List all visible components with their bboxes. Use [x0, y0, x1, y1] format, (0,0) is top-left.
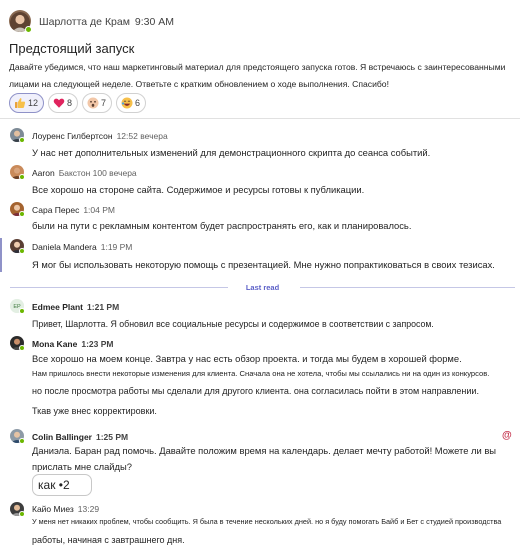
- reply-header: Mona Kane 1:23 PM: [32, 339, 113, 349]
- reply-time: 1:25 PM: [95, 432, 129, 442]
- presence-available-icon: [19, 211, 25, 217]
- author-name[interactable]: Daniela Mandera: [32, 242, 97, 252]
- reply-text: работы, начиная с завтрашнего дня.: [32, 535, 185, 545]
- message-author-line: Шарлотта де Крам 9:30 AM: [39, 16, 174, 28]
- message-subject: Предстоящий запуск: [9, 41, 135, 56]
- reply-time: 1:04 PM: [83, 205, 115, 215]
- author-name[interactable]: Кайо Миез: [32, 504, 74, 514]
- message-time: 9:30 AM: [134, 16, 174, 28]
- reply-text: Все хорошо на моем конце. Завтра у нас е…: [32, 353, 462, 364]
- presence-available-icon: [19, 248, 25, 254]
- presence-available-icon: [19, 137, 25, 143]
- reply-time: Бакстон 100 вечера: [58, 168, 137, 178]
- reply-text: были на пути с рекламным контентом будет…: [32, 220, 412, 231]
- heart-icon: [53, 98, 65, 108]
- presence-available-icon: [19, 511, 25, 517]
- author-name[interactable]: Aaron: [32, 168, 55, 178]
- root-message: Шарлотта де Крам 9:30 AM Предстоящий зап…: [0, 0, 520, 118]
- reply-text: Даниэла. Баран рад помочь. Давайте полож…: [32, 445, 497, 456]
- reactions-bar: 12 8 7 6: [9, 93, 147, 113]
- last-read-divider: Last read: [10, 283, 515, 293]
- author-name[interactable]: Сара Перес: [32, 205, 79, 215]
- reply-header: Кайо Миез 13:29: [32, 504, 99, 514]
- reply-text: но после просмотра работы мы сделали для…: [32, 386, 479, 396]
- presence-available-icon: [19, 438, 25, 444]
- reply-text: Привет, Шарлотта. Я обновил все социальн…: [32, 319, 434, 329]
- reply-header: Aaron Бакстон 100 вечера: [32, 168, 137, 178]
- reaction-surprised[interactable]: 7: [82, 93, 113, 113]
- reply-header: Сара Перес 1:04 PM: [32, 205, 115, 215]
- author-name[interactable]: Шарлотта де Крам: [39, 16, 130, 28]
- reply-header: Edmee Plant 1:21 PM: [32, 302, 119, 312]
- reaction-laugh[interactable]: 6: [116, 93, 147, 113]
- message-body: Давайте убедимся, что наш маркетинговый …: [9, 62, 506, 89]
- reply-text: прислать мне слайды?: [32, 461, 132, 472]
- reaction-thumbs-up[interactable]: 12: [9, 93, 45, 113]
- reply-header: Daniela Mandera 1:19 PM: [32, 242, 132, 252]
- reply-text: Все хорошо на стороне сайта. Содержимое …: [32, 184, 365, 195]
- presence-available-icon: [19, 174, 25, 180]
- author-name[interactable]: Mona Kane: [32, 339, 77, 349]
- reply-text: Нам пришлось внести некоторые изменения …: [32, 369, 490, 378]
- reply-time: 12:52 вечера: [116, 131, 168, 141]
- reply-time: 13:29: [77, 504, 100, 514]
- divider-line: [300, 287, 515, 288]
- reaction-count: 12: [28, 98, 39, 108]
- reply-time: 1:23 PM: [81, 339, 114, 349]
- presence-available-icon: [25, 26, 32, 33]
- reaction-count: 6: [135, 98, 141, 108]
- laugh-icon: [121, 97, 133, 109]
- reply-time: 1:21 PM: [87, 302, 120, 312]
- presence-available-icon: [19, 345, 25, 351]
- reply-text: Я мог бы использовать некоторую помощь с…: [32, 259, 495, 270]
- author-name[interactable]: Colin Ballinger: [32, 432, 92, 442]
- reply-text: У нас нет дополнительных изменений для д…: [32, 147, 431, 158]
- reply-header: Colin Ballinger 1:25 PM: [32, 432, 128, 442]
- author-name[interactable]: Edmee Plant: [32, 302, 83, 312]
- reply-header: Лоуренс Гилбертсон 12:52 вечера: [32, 131, 168, 141]
- reaction-count: 8: [67, 98, 73, 108]
- reply-time: 1:19 PM: [100, 242, 133, 252]
- thumbs-up-icon: [15, 98, 26, 108]
- mention-icon: @: [502, 430, 512, 441]
- reaction-heart[interactable]: 8: [48, 93, 79, 113]
- surprised-icon: [87, 97, 99, 109]
- author-name[interactable]: Лоуренс Гилбертсон: [32, 131, 113, 141]
- unread-indicator: [0, 238, 2, 272]
- reply-text: Ткав уже внес корректировки.: [32, 406, 157, 416]
- reply-text: У меня нет никаких проблем, чтобы сообщи…: [32, 517, 502, 526]
- presence-available-icon: [19, 308, 25, 314]
- reply-reaction-chip[interactable]: как •2: [32, 474, 92, 496]
- reaction-count: 7: [101, 98, 107, 108]
